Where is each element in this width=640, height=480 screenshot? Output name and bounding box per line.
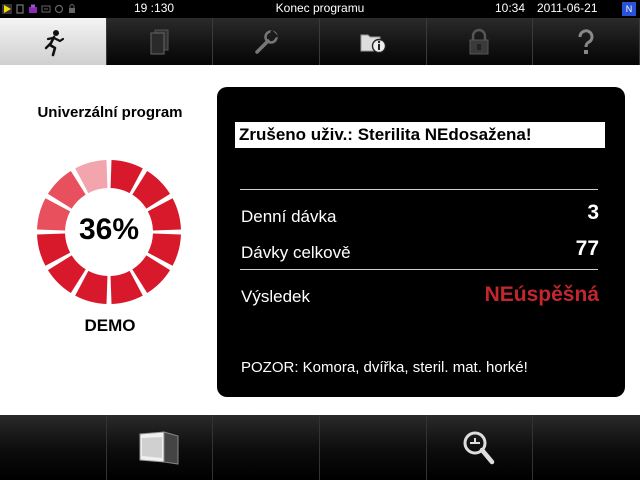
status-bar: 19 :130 Konec programu 10:34 2011-06-21 … [0, 0, 640, 18]
bottom-slot-empty [213, 415, 320, 480]
bottom-slot-empty [533, 415, 640, 480]
program-name: Univerzální program [37, 104, 183, 121]
status-time: 10:34 [495, 1, 526, 15]
total-batches-value: 77 [575, 237, 599, 260]
wrench-icon [255, 29, 279, 54]
warning-text: POZOR: Komora, dvířka, steril. mat. hork… [241, 359, 528, 376]
status-flag-icon: N [622, 2, 636, 16]
tab-help[interactable] [533, 18, 640, 65]
tab-documents[interactable] [107, 18, 214, 65]
padlock-icon [469, 28, 489, 54]
bottom-bar [0, 415, 640, 480]
magnifier-icon [463, 431, 495, 464]
folder-info-icon [360, 34, 386, 53]
tab-info[interactable] [320, 18, 427, 65]
total-batches-label: Dávky celkově [241, 243, 351, 262]
bottom-slot-empty [320, 415, 427, 480]
divider [240, 269, 598, 270]
running-person-icon [44, 29, 64, 56]
door-button[interactable] [107, 415, 214, 480]
bottom-slot-empty [0, 415, 107, 480]
tab-lock[interactable] [427, 18, 534, 65]
daily-batch-value: 3 [587, 201, 599, 224]
result-panel: Zrušeno uživ.: Sterilita NEdosažena! Den… [217, 87, 625, 397]
documents-icon [150, 29, 169, 54]
tab-bar [0, 18, 640, 65]
tab-program-run[interactable] [0, 18, 107, 65]
progress-percent: 36% [78, 213, 140, 246]
status-date: 2011-06-21 [537, 1, 598, 15]
result-value: NEúspěšná [484, 283, 599, 306]
help-icon [578, 28, 594, 54]
result-label: Výsledek [241, 287, 310, 306]
tab-settings[interactable] [213, 18, 320, 65]
mode-label: DEMO [84, 316, 136, 335]
daily-batch-label: Denní dávka [241, 207, 337, 226]
cancel-message: Zrušeno uživ.: Sterilita NEdosažena! [235, 122, 605, 148]
divider [240, 189, 598, 190]
zoom-button[interactable] [427, 415, 534, 480]
door-open-icon [139, 430, 179, 465]
